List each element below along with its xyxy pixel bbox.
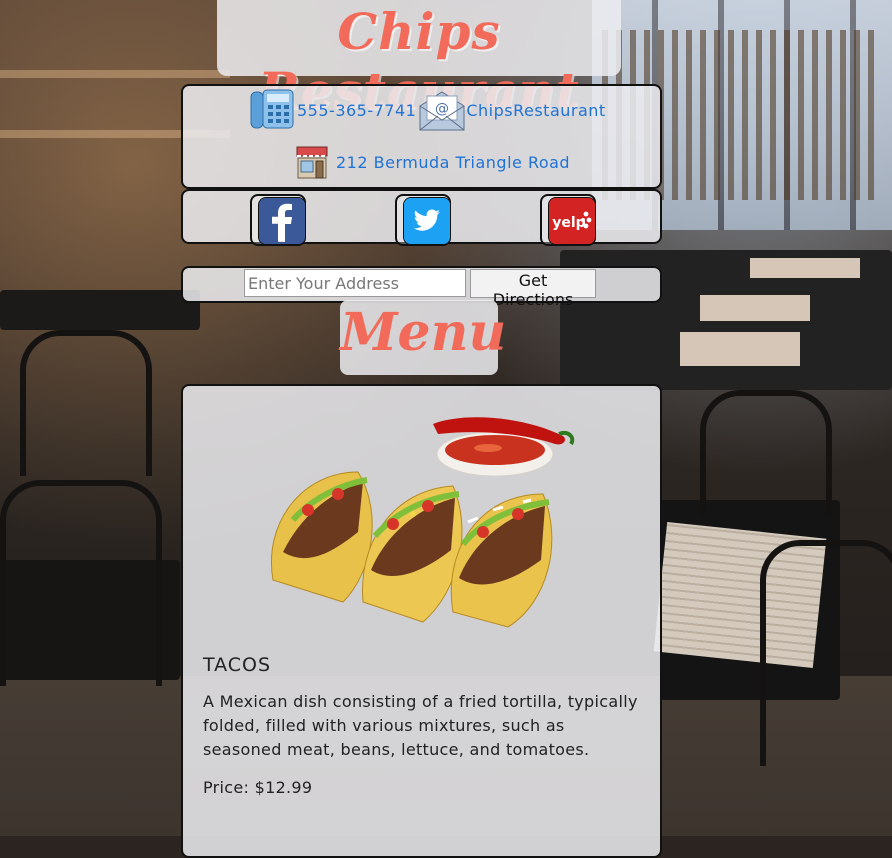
- facebook-icon: [258, 197, 306, 245]
- menu-item-card: TACOS A Mexican dish consisting of a fri…: [181, 384, 662, 858]
- title-banner: Chips Restaurant: [217, 0, 621, 120]
- placemat: [680, 332, 800, 366]
- chair: [760, 540, 892, 766]
- twitter-button[interactable]: [395, 194, 451, 246]
- social-links-box: yelp: [181, 189, 662, 246]
- yelp-icon: yelp: [548, 197, 596, 245]
- email-icon: @: [418, 88, 466, 132]
- placemat: [700, 295, 810, 321]
- get-directions-button[interactable]: Get Directions: [470, 269, 596, 309]
- menu-heading-box: Menu: [340, 300, 507, 375]
- address-input[interactable]: [244, 269, 466, 297]
- svg-text:@: @: [435, 101, 449, 117]
- chair: [0, 480, 162, 686]
- tacos-image: [263, 402, 583, 632]
- menu-item-description: A Mexican dish consisting of a fried tor…: [203, 692, 638, 759]
- storefront-icon: [294, 144, 330, 180]
- chair: [700, 390, 832, 516]
- facebook-button[interactable]: [250, 194, 306, 246]
- bar-shelf: [0, 70, 230, 78]
- address-link[interactable]: 212 Bermuda Triangle Road: [336, 153, 570, 172]
- contact-info-box: 555-365-7741 @ ChipsRestaurant 212 Bermu…: [181, 84, 662, 189]
- placemat: [750, 258, 860, 278]
- directions-box: Get Directions: [181, 266, 662, 309]
- yelp-button[interactable]: yelp: [540, 194, 596, 246]
- chair: [20, 330, 152, 476]
- table: [0, 290, 200, 330]
- menu-heading: Menu: [340, 302, 507, 363]
- phone-icon: [249, 88, 295, 132]
- address-row: 212 Bermuda Triangle Road: [294, 144, 570, 180]
- svg-text:yelp: yelp: [552, 215, 585, 231]
- email-link[interactable]: ChipsRestaurant: [466, 101, 605, 120]
- menu-item-price: Price: $12.99: [203, 778, 313, 797]
- contact-row: 555-365-7741 @ ChipsRestaurant: [249, 88, 606, 132]
- phone-link[interactable]: 555-365-7741: [297, 101, 416, 120]
- menu-item-name: TACOS: [203, 654, 272, 676]
- twitter-icon: [403, 197, 451, 245]
